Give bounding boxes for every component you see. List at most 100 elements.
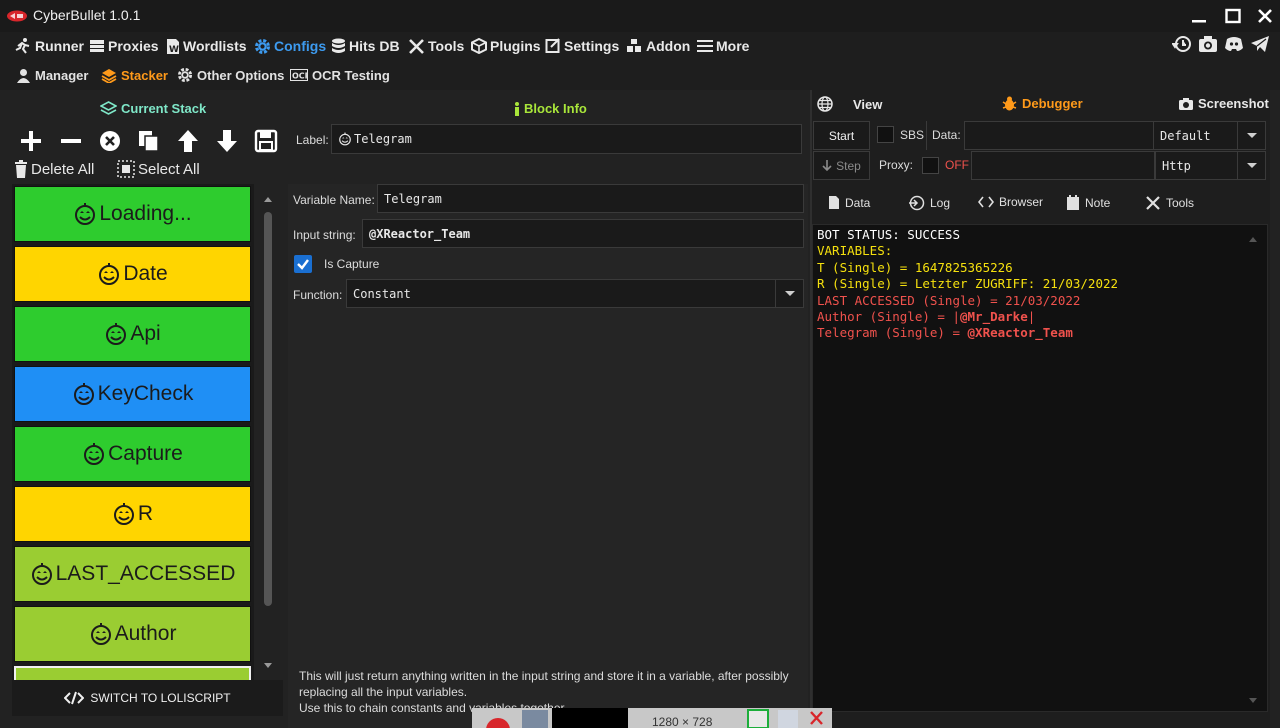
tab-tools[interactable]: Tools	[1145, 195, 1194, 211]
stack-block[interactable]: Date	[14, 246, 251, 302]
tab-screenshot[interactable]: Screenshot	[1178, 96, 1269, 111]
save-button[interactable]	[253, 128, 279, 154]
title-bar	[0, 0, 1280, 32]
variable-name-input[interactable]: Telegram	[377, 184, 804, 213]
telegram-icon[interactable]	[1250, 34, 1270, 54]
console-line: LAST ACCESSED (Single) = 21/03/2022	[817, 292, 1081, 308]
camera-icon[interactable]	[1198, 34, 1218, 54]
pumpkin-icon	[75, 203, 96, 225]
svg-text:W: W	[169, 45, 179, 55]
debug-output-console[interactable]: BOT STATUS: SUCCESS VARIABLES: T (Single…	[812, 224, 1268, 712]
add-block-button[interactable]	[18, 128, 44, 154]
delete-all-button[interactable]: Delete All	[14, 160, 94, 178]
console-scroll-down[interactable]	[1248, 697, 1258, 704]
select-all-button[interactable]: Select All	[117, 160, 200, 178]
submenu-other-options-label: Other Options	[197, 67, 285, 83]
data-select[interactable]: Default	[1153, 121, 1266, 150]
stack-block[interactable]: Author	[14, 606, 251, 662]
submenu-ocr-testing-label: OCR Testing	[312, 67, 390, 83]
settings-icon	[545, 38, 560, 53]
stack-scrollbar-thumb[interactable]	[264, 212, 272, 606]
menu-proxies[interactable]: Proxies	[89, 36, 159, 56]
data-select-value: Default	[1160, 128, 1211, 143]
submenu-stacker[interactable]: Stacker	[101, 66, 168, 84]
active-tab-indicator	[818, 219, 890, 222]
hamburger-icon	[697, 40, 713, 52]
minimize-button[interactable]	[1188, 6, 1210, 26]
tab-note[interactable]: Note	[1066, 195, 1110, 211]
clone-block-button[interactable]	[136, 128, 162, 154]
menu-hits-db[interactable]: Hits DB	[331, 36, 400, 56]
menu-plugins-label: Plugins	[490, 38, 541, 54]
current-stack-label: Current Stack	[121, 101, 207, 116]
close-window-button[interactable]	[1254, 6, 1276, 26]
menu-configs[interactable]: Configs	[254, 36, 326, 56]
menu-tools[interactable]: Tools	[408, 36, 464, 56]
discord-icon[interactable]	[1224, 34, 1244, 54]
description-line-1: This will just return anything written i…	[299, 669, 789, 699]
stack-block[interactable]: Capture	[14, 426, 251, 482]
move-up-button[interactable]	[175, 128, 201, 154]
submenu-manager-label: Manager	[35, 67, 89, 83]
delete-all-label: Delete All	[31, 160, 95, 178]
input-string-input[interactable]: @XReactor_Team	[362, 219, 804, 248]
stack-block-label: R	[137, 502, 154, 525]
submenu-ocr-testing[interactable]: OCR OCR Testing	[290, 66, 390, 84]
console-value: @XReactor_Team	[967, 325, 1073, 341]
menu-settings[interactable]: Settings	[545, 36, 619, 56]
menu-plugins[interactable]: Plugins	[471, 36, 541, 56]
history-icon[interactable]	[1172, 34, 1192, 54]
submenu-other-options[interactable]: Other Options	[177, 66, 284, 84]
console-line: VARIABLES:	[817, 243, 893, 259]
input-string-value: @XReactor_Team	[369, 226, 471, 241]
function-select[interactable]: Constant	[346, 279, 804, 308]
stack-block-label: Capture	[108, 442, 183, 465]
maximize-button[interactable]	[1222, 6, 1244, 26]
console-line: Telegram (Single) = @XReactor_Team	[817, 325, 1263, 341]
console-scroll-up[interactable]	[1248, 236, 1258, 243]
sbs-label: SBS	[900, 128, 925, 142]
menu-runner[interactable]: Runner	[14, 36, 84, 56]
menu-wordlists[interactable]: W Wordlists	[166, 36, 247, 56]
is-capture-checkbox[interactable]	[294, 255, 312, 273]
menu-addon[interactable]: Addon	[626, 36, 690, 56]
move-down-button[interactable]	[214, 128, 240, 154]
submenu-manager[interactable]: Manager	[16, 66, 88, 84]
label-value: Telegram	[354, 132, 412, 146]
step-button[interactable]: Step	[813, 151, 870, 180]
stack-block[interactable]: Loading...	[14, 186, 251, 242]
console-line: R (Single) = Letzter ZUGRIFF: 21/03/2022	[817, 276, 1119, 292]
proxy-checkbox[interactable]	[922, 157, 939, 174]
chevron-down-icon	[775, 280, 803, 307]
stack-block-selected[interactable]	[14, 666, 251, 680]
tab-browser[interactable]: Browser	[978, 195, 1043, 209]
block-info-label: Block Info	[524, 101, 587, 116]
menu-more[interactable]: More	[697, 36, 749, 56]
data-input[interactable]	[964, 121, 1154, 150]
tab-tools-label: Tools	[1166, 196, 1195, 210]
stack-block[interactable]: Api	[14, 306, 251, 362]
select-all-icon	[117, 160, 135, 178]
stack-block-label: Loading...	[99, 202, 192, 225]
tab-debugger[interactable]: Debugger	[1002, 96, 1083, 111]
stack-block[interactable]: LAST_ACCESSED	[14, 546, 251, 602]
proxy-state: OFF	[945, 158, 969, 172]
stack-block-label: KeyCheck	[97, 382, 194, 405]
trash-icon	[15, 160, 27, 178]
stack-block[interactable]: R	[14, 486, 251, 542]
tab-data[interactable]: Data	[828, 195, 870, 210]
sbs-checkbox[interactable]	[877, 126, 894, 143]
clear-block-button[interactable]	[97, 128, 123, 154]
tab-view[interactable]: View	[817, 96, 882, 112]
stack-block[interactable]: KeyCheck	[14, 366, 251, 422]
proxy-type-select[interactable]: Http	[1155, 151, 1266, 180]
label-input[interactable]: Telegram	[331, 124, 802, 154]
switch-to-loliscript-button[interactable]: SWITCH TO LOLISCRIPT	[12, 680, 283, 716]
remove-block-button[interactable]	[58, 128, 84, 154]
start-button[interactable]: Start	[813, 121, 870, 150]
function-caption: Function:	[293, 288, 343, 302]
window-title: CyberBullet 1.0.1	[33, 7, 141, 23]
tab-log[interactable]: Log	[908, 195, 950, 211]
proxy-input[interactable]	[971, 151, 1155, 180]
app-logo-icon	[6, 9, 28, 23]
